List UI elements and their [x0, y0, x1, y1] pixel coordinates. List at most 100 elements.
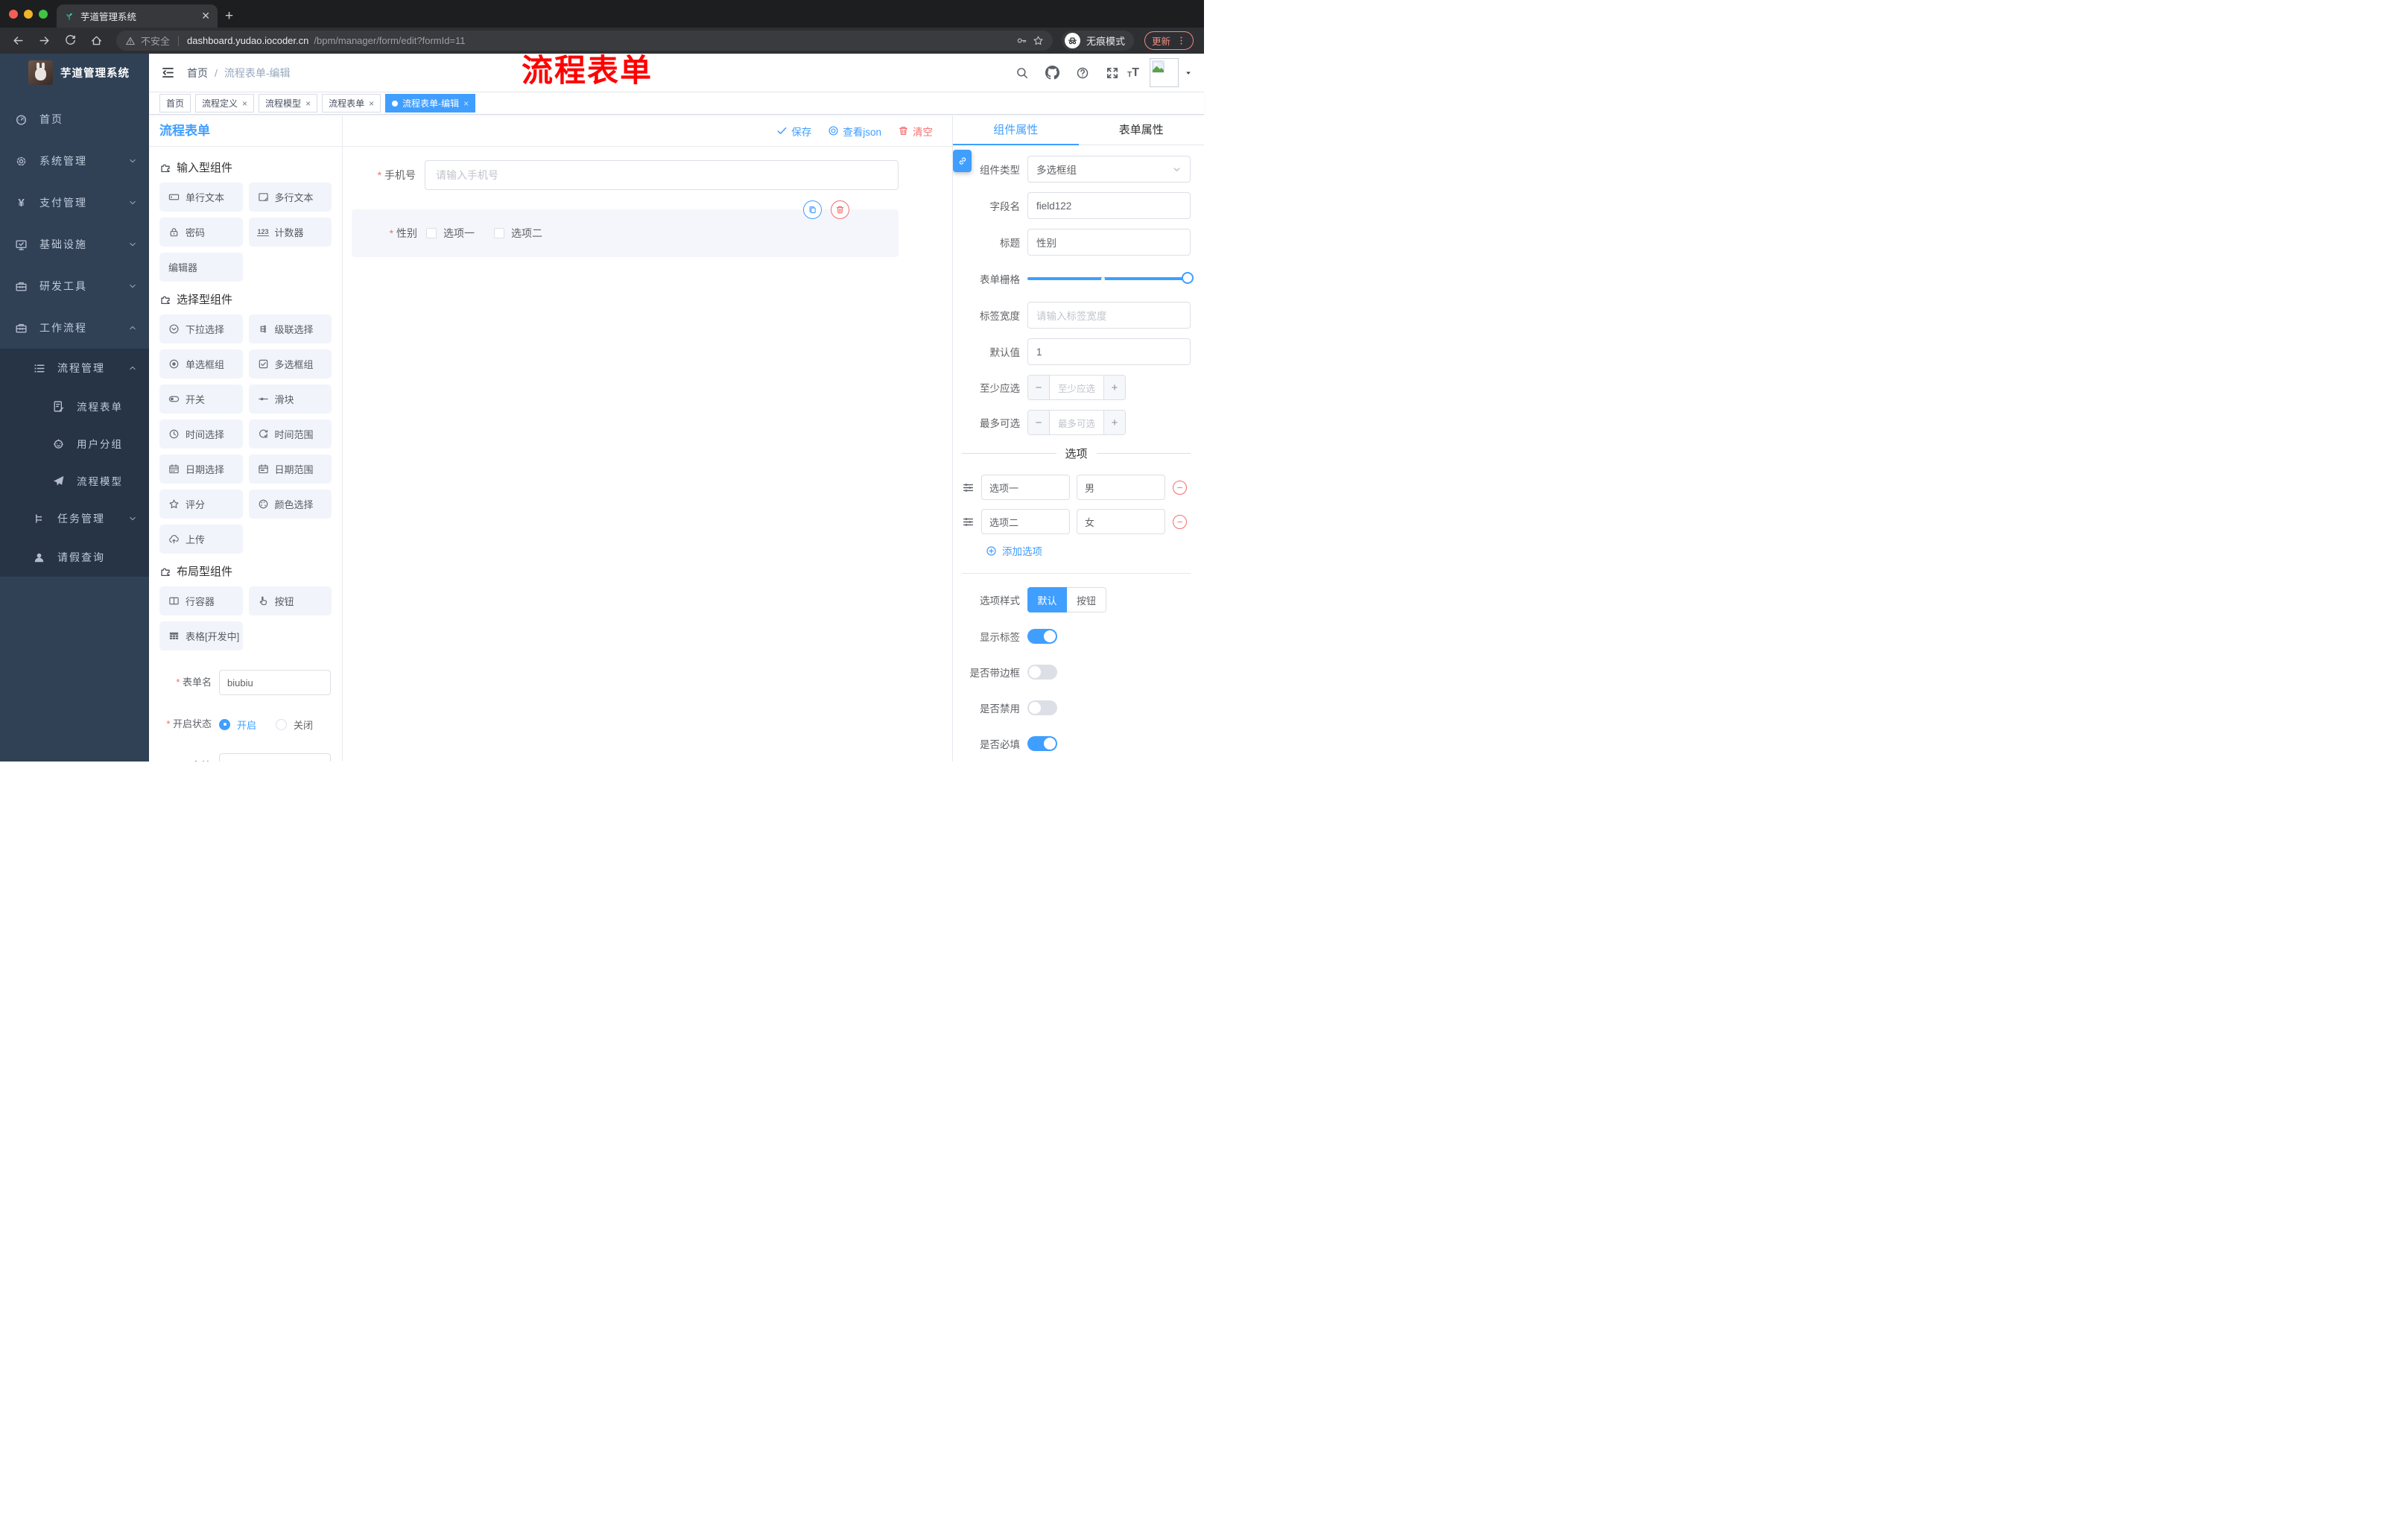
- phone-input[interactable]: 请输入手机号: [425, 160, 899, 190]
- palette-chip-按钮[interactable]: 按钮: [248, 586, 332, 615]
- increment-button[interactable]: +: [1103, 411, 1125, 434]
- status-off-radio[interactable]: 关闭: [276, 718, 313, 732]
- forward-icon[interactable]: [38, 34, 51, 47]
- view-json-button[interactable]: 查看json: [828, 124, 881, 139]
- toggle-switch-on[interactable]: [1027, 629, 1057, 644]
- help-icon[interactable]: [1076, 66, 1089, 80]
- palette-chip-行容器[interactable]: 行容器: [159, 586, 243, 615]
- palette-chip-时间范围[interactable]: 时间范围: [248, 419, 332, 449]
- fullscreen-icon[interactable]: [1106, 66, 1119, 80]
- sidebar-item-任务管理[interactable]: 任务管理: [0, 499, 149, 538]
- palette-chip-评分[interactable]: 评分: [159, 490, 243, 519]
- sidebar-item-流程模型[interactable]: 流程模型: [0, 462, 149, 499]
- drag-handle-icon[interactable]: [962, 481, 975, 494]
- default-value-input[interactable]: 1: [1027, 338, 1191, 365]
- address-bar[interactable]: 不安全 dashboard.yudao.iocoder.cn/bpm/manag…: [116, 31, 1053, 51]
- github-icon[interactable]: [1045, 66, 1060, 80]
- palette-chip-下拉选择[interactable]: 下拉选择: [159, 314, 243, 343]
- palette-chip-颜色选择[interactable]: 颜色选择: [248, 490, 332, 519]
- reload-icon[interactable]: [64, 34, 77, 47]
- sidebar-item-系统管理[interactable]: 系统管理: [0, 140, 149, 182]
- sidebar-item-基础设施[interactable]: 基础设施: [0, 224, 149, 265]
- font-size-icon[interactable]: TT: [1127, 66, 1139, 79]
- palette-chip-日期选择[interactable]: 日期选择: [159, 455, 243, 484]
- sidebar-item-首页[interactable]: 首页: [0, 98, 149, 140]
- grid-slider[interactable]: [1027, 265, 1194, 292]
- gender-option-选项二[interactable]: 选项二: [494, 226, 542, 241]
- palette-chip-多选框组[interactable]: 多选框组: [248, 349, 332, 379]
- increment-button[interactable]: +: [1103, 376, 1125, 399]
- min-select-placeholder[interactable]: 至少应选: [1050, 376, 1103, 399]
- palette-chip-计数器[interactable]: 123 计数器: [248, 218, 332, 247]
- data-binding-chip[interactable]: [953, 150, 972, 172]
- form-name-input[interactable]: biubiu: [219, 670, 331, 695]
- save-button[interactable]: 保存: [776, 124, 811, 139]
- title-input[interactable]: 性别: [1027, 229, 1191, 256]
- close-tag-icon[interactable]: ×: [369, 98, 374, 109]
- option-label-input[interactable]: 选项二: [981, 509, 1070, 534]
- close-tab-icon[interactable]: ✕: [201, 10, 210, 22]
- style-button-button[interactable]: 按钮: [1067, 587, 1106, 612]
- tab-form-props[interactable]: 表单属性: [1079, 115, 1205, 145]
- toggle-switch-off[interactable]: [1027, 665, 1057, 680]
- phone-field-row[interactable]: 手机号 请输入手机号: [350, 160, 899, 190]
- add-option-button[interactable]: 添加选项: [986, 543, 1191, 558]
- minimize-window-button[interactable]: [24, 9, 33, 19]
- tag-流程定义[interactable]: 流程定义 ×: [195, 94, 255, 113]
- palette-chip-表格[开发中][interactable]: 表格[开发中]: [159, 621, 243, 650]
- toggle-switch-off[interactable]: [1027, 700, 1057, 715]
- decrement-button[interactable]: −: [1028, 411, 1050, 434]
- component-type-select[interactable]: 多选框组: [1027, 156, 1191, 183]
- decrement-button[interactable]: −: [1028, 376, 1050, 399]
- remove-option-button[interactable]: −: [1173, 514, 1187, 529]
- checkbox-unchecked[interactable]: [426, 228, 437, 238]
- delete-field-button[interactable]: [831, 200, 849, 219]
- copy-field-button[interactable]: [803, 200, 822, 219]
- drag-handle-icon[interactable]: [962, 516, 975, 528]
- palette-chip-上传[interactable]: 上传: [159, 525, 243, 554]
- close-window-button[interactable]: [9, 9, 18, 19]
- search-icon[interactable]: [1016, 66, 1029, 80]
- checkbox-unchecked[interactable]: [494, 228, 504, 238]
- status-on-radio[interactable]: 开启: [219, 718, 256, 732]
- palette-chip-滑块[interactable]: 滑块: [248, 384, 332, 414]
- sidebar-item-研发工具[interactable]: 研发工具: [0, 265, 149, 307]
- sidebar-item-请假查询[interactable]: 请假查询: [0, 538, 149, 577]
- tag-流程表单[interactable]: 流程表单 ×: [322, 94, 381, 113]
- slider-handle[interactable]: [1182, 272, 1194, 284]
- avatar-caret-icon[interactable]: [1185, 69, 1192, 77]
- palette-chip-单选框组[interactable]: 单选框组: [159, 349, 243, 379]
- sidebar-item-用户分组[interactable]: 用户分组: [0, 425, 149, 462]
- back-icon[interactable]: [12, 34, 25, 47]
- palette-chip-多行文本[interactable]: 多行文本: [248, 183, 332, 212]
- bookmark-star-icon[interactable]: [1033, 35, 1044, 46]
- browser-menu-icon[interactable]: [1176, 36, 1186, 45]
- breadcrumb-home[interactable]: 首页: [187, 66, 208, 80]
- new-tab-button[interactable]: +: [225, 8, 233, 25]
- form-remark-textarea[interactable]: 嘿嘿: [219, 753, 331, 762]
- max-select-placeholder[interactable]: 最多可选: [1050, 411, 1103, 434]
- tab-component-props[interactable]: 组件属性: [953, 115, 1079, 145]
- field-name-input[interactable]: field122: [1027, 192, 1191, 219]
- palette-chip-编辑器[interactable]: 编辑器: [159, 253, 243, 282]
- close-tag-icon[interactable]: ×: [463, 98, 469, 109]
- sidebar-item-支付管理[interactable]: ¥ 支付管理: [0, 182, 149, 224]
- option-value-input[interactable]: 男: [1077, 475, 1165, 500]
- tag-流程表单-编辑[interactable]: 流程表单-编辑 ×: [385, 94, 476, 113]
- palette-chip-单行文本[interactable]: 单行文本: [159, 183, 243, 212]
- toggle-switch-on[interactable]: [1027, 736, 1057, 751]
- palette-chip-日期范围[interactable]: 日期范围: [248, 455, 332, 484]
- palette-chip-密码[interactable]: 密码: [159, 218, 243, 247]
- palette-chip-开关[interactable]: 开关: [159, 384, 243, 414]
- key-icon[interactable]: [1016, 35, 1027, 46]
- sidebar-logo[interactable]: 芋道管理系统: [0, 54, 149, 91]
- home-icon[interactable]: [90, 34, 103, 47]
- tag-首页[interactable]: 首页: [159, 94, 191, 113]
- browser-tab[interactable]: 芋道管理系统 ✕: [57, 4, 218, 28]
- clear-button[interactable]: 清空: [898, 124, 933, 139]
- label-width-input[interactable]: 请输入标签宽度: [1027, 302, 1191, 329]
- option-label-input[interactable]: 选项一: [981, 475, 1070, 500]
- gender-option-选项一[interactable]: 选项一: [426, 226, 475, 241]
- collapse-sidebar-icon[interactable]: [161, 66, 175, 80]
- option-value-input[interactable]: 女: [1077, 509, 1165, 534]
